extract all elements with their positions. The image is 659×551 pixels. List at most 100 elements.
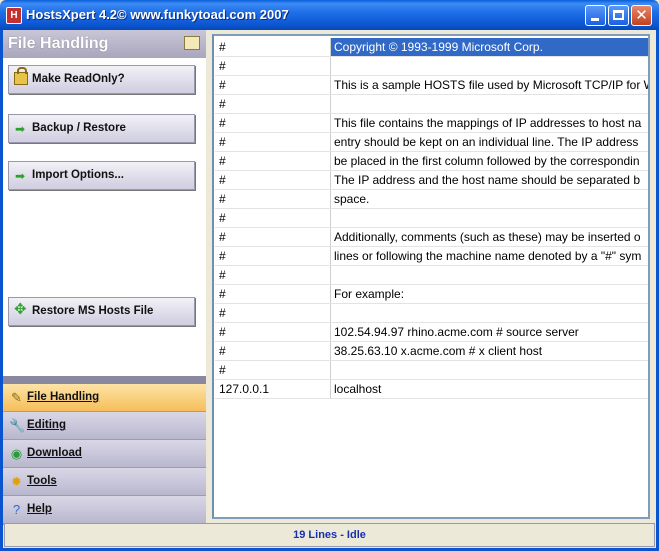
maximize-icon: [613, 10, 624, 20]
wrench-icon: 🔧: [9, 418, 26, 433]
hosts-cell-ip[interactable]: #: [215, 114, 331, 132]
sidebar-action-panel: Make ReadOnly? ➡ Backup / Restore ➡ Impo…: [3, 58, 206, 376]
arrow-right-icon: ➡: [15, 169, 26, 183]
app-icon[interactable]: H: [6, 7, 22, 24]
hosts-cell-ip[interactable]: #: [215, 247, 331, 265]
table-row[interactable]: # This is a sample HOSTS file used by Mic…: [215, 76, 648, 95]
table-row[interactable]: # Copyright © 1993-1999 Microsoft Corp.: [215, 38, 648, 57]
table-row[interactable]: #: [215, 95, 648, 114]
table-row[interactable]: #102.54.94.97 rhino.acme.com # source se…: [215, 323, 648, 342]
backup-restore-button[interactable]: ➡ Backup / Restore: [8, 114, 195, 143]
sidebar-header: File Handling: [3, 30, 206, 58]
hosts-cell-ip[interactable]: #: [215, 361, 331, 379]
lock-icon: [14, 67, 28, 85]
close-button[interactable]: ✕: [631, 5, 652, 26]
hosts-grid[interactable]: # Copyright © 1993-1999 Microsoft Corp. #…: [212, 34, 650, 519]
table-row[interactable]: # This file contains the mappings of IP a…: [215, 114, 648, 133]
table-row[interactable]: # be placed in the first column followed …: [215, 152, 648, 171]
restore-ms-hosts-button[interactable]: ✥ Restore MS Hosts File: [8, 297, 195, 326]
hosts-cell-ip[interactable]: #: [215, 285, 331, 303]
title-bar[interactable]: H HostsXpert 4.2© www.funkytoad.com 2007…: [0, 0, 659, 30]
minimize-icon: [591, 18, 599, 21]
hosts-cell-host[interactable]: entry should be kept on an individual li…: [331, 133, 648, 151]
nav-tools-label: Tools: [27, 475, 57, 487]
nav-editing[interactable]: 🔧 Editing: [3, 412, 206, 440]
maximize-button[interactable]: [608, 5, 629, 26]
close-icon: ✕: [635, 6, 648, 24]
help-icon: ?: [12, 502, 21, 517]
nav-help-label: Help: [27, 503, 52, 515]
hosts-cell-host[interactable]: Additionally, comments (such as these) m…: [331, 228, 648, 246]
nav-download[interactable]: ◉ Download: [3, 440, 206, 468]
table-row[interactable]: #38.25.63.10 x.acme.com # x client host: [215, 342, 648, 361]
import-options-button[interactable]: ➡ Import Options...: [8, 161, 195, 190]
nav-help[interactable]: ? Help: [3, 496, 206, 524]
hosts-cell-ip[interactable]: #: [215, 266, 331, 284]
status-text: 19 Lines - Idle: [293, 529, 366, 541]
hosts-cell-ip[interactable]: #: [215, 95, 331, 113]
nav-file-handling-label: File Handling: [27, 391, 100, 403]
table-row[interactable]: # lines or following the machine name den…: [215, 247, 648, 266]
hosts-cell-host[interactable]: Copyright © 1993-1999 Microsoft Corp.: [331, 38, 648, 56]
table-row[interactable]: 127.0.0.1 localhost: [215, 380, 648, 399]
hosts-cell-host[interactable]: The IP address and the host name should …: [331, 171, 648, 189]
hosts-cell-host[interactable]: This is a sample HOSTS file used by Micr…: [331, 76, 648, 94]
restore-ms-hosts-label: Restore MS Hosts File: [32, 305, 154, 317]
hosts-cell-ip[interactable]: #: [215, 152, 331, 170]
table-row[interactable]: #: [215, 57, 648, 76]
hosts-cell-host[interactable]: [331, 57, 648, 75]
hosts-cell-host[interactable]: lines or following the machine name deno…: [331, 247, 648, 265]
download-globe-icon: ◉: [10, 446, 23, 461]
hosts-cell-host[interactable]: [331, 209, 648, 227]
arrow-right-icon: ➡: [15, 122, 26, 136]
hosts-cell-host[interactable]: be placed in the first column followed b…: [331, 152, 648, 170]
table-row[interactable]: # For example:: [215, 285, 648, 304]
hosts-cell-ip[interactable]: #: [215, 190, 331, 208]
table-row[interactable]: #: [215, 209, 648, 228]
hosts-cell-host[interactable]: [331, 266, 648, 284]
import-options-label: Import Options...: [32, 169, 124, 181]
make-readonly-button[interactable]: Make ReadOnly?: [8, 65, 195, 94]
hosts-cell-host[interactable]: 102.54.94.97 rhino.acme.com # source ser…: [331, 323, 648, 341]
hosts-cell-host[interactable]: [331, 95, 648, 113]
hosts-cell-ip[interactable]: #: [215, 323, 331, 341]
tools-icon: ✹: [11, 474, 22, 489]
restore-arrows-icon: ✥: [14, 301, 27, 318]
hosts-cell-ip[interactable]: #: [215, 133, 331, 151]
hosts-cell-ip[interactable]: #: [215, 304, 331, 322]
hosts-cell-ip[interactable]: 127.0.0.1: [215, 380, 331, 398]
minimize-button[interactable]: [585, 5, 606, 26]
hosts-cell-host[interactable]: space.: [331, 190, 648, 208]
hosts-cell-host[interactable]: For example:: [331, 285, 648, 303]
backup-restore-label: Backup / Restore: [32, 122, 126, 134]
table-row[interactable]: #: [215, 304, 648, 323]
hosts-cell-host[interactable]: [331, 361, 648, 379]
hosts-cell-host[interactable]: This file contains the mappings of IP ad…: [331, 114, 648, 132]
file-handling-icon: ✎: [11, 390, 22, 405]
hosts-cell-ip[interactable]: #: [215, 209, 331, 227]
file-handling-icon: [184, 36, 200, 50]
sidebar-header-title: File Handling: [8, 35, 109, 52]
hosts-cell-ip[interactable]: #: [215, 76, 331, 94]
table-row[interactable]: #: [215, 361, 648, 380]
table-row[interactable]: # The IP address and the host name should…: [215, 171, 648, 190]
hosts-cell-ip[interactable]: #: [215, 171, 331, 189]
sidebar-splitter[interactable]: [3, 376, 206, 384]
nav-file-handling[interactable]: ✎ File Handling: [3, 384, 206, 412]
hosts-cell-host[interactable]: localhost: [331, 380, 648, 398]
hosts-cell-ip[interactable]: #: [215, 342, 331, 360]
window-title: HostsXpert 4.2© www.funkytoad.com 2007: [26, 7, 289, 22]
sidebar: File Handling Make ReadOnly? ➡ Backup / …: [3, 30, 206, 525]
hosts-cell-ip[interactable]: #: [215, 38, 331, 56]
status-bar: 19 Lines - Idle: [4, 523, 655, 547]
table-row[interactable]: # space.: [215, 190, 648, 209]
nav-tools[interactable]: ✹ Tools: [3, 468, 206, 496]
nav-editing-label: Editing: [27, 419, 66, 431]
table-row[interactable]: # Additionally, comments (such as these) …: [215, 228, 648, 247]
hosts-cell-ip[interactable]: #: [215, 228, 331, 246]
table-row[interactable]: #: [215, 266, 648, 285]
hosts-cell-host[interactable]: 38.25.63.10 x.acme.com # x client host: [331, 342, 648, 360]
hosts-cell-ip[interactable]: #: [215, 57, 331, 75]
table-row[interactable]: # entry should be kept on an individual l…: [215, 133, 648, 152]
hosts-cell-host[interactable]: [331, 304, 648, 322]
